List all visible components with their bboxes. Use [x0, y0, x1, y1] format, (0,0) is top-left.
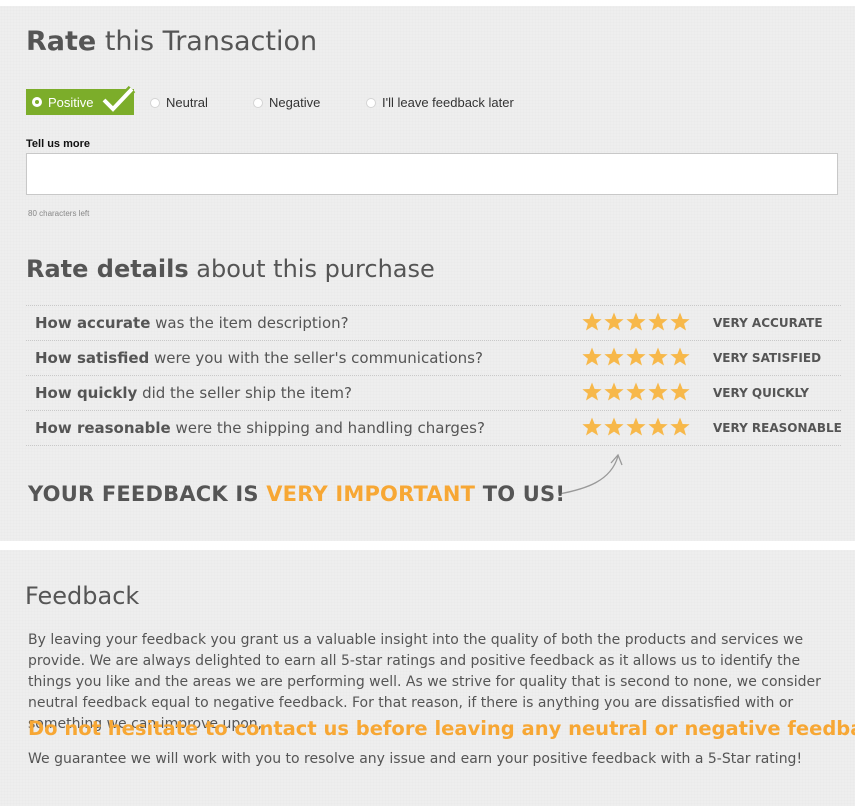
star-icon[interactable] — [647, 311, 669, 333]
star-icon[interactable] — [669, 381, 691, 403]
star-rating[interactable] — [581, 381, 691, 405]
curved-arrow-icon — [558, 453, 623, 495]
feedback-title: Feedback — [25, 582, 140, 610]
star-icon[interactable] — [581, 346, 603, 368]
star-icon[interactable] — [625, 311, 647, 333]
rating-option-negative[interactable]: Negative — [253, 95, 320, 110]
star-icon[interactable] — [603, 346, 625, 368]
check-icon — [100, 85, 136, 115]
title-rest: about this purchase — [188, 255, 435, 283]
star-icon[interactable] — [647, 346, 669, 368]
rate-transaction-panel: Rate this Transaction Positive Neutral N… — [0, 6, 855, 541]
characters-left: 80 characters left — [28, 209, 90, 218]
feedback-guarantee: We guarantee we will work with you to re… — [28, 751, 803, 767]
star-icon[interactable] — [647, 416, 669, 438]
title-bold: Rate — [26, 26, 97, 57]
radio-icon — [366, 97, 376, 108]
star-rating[interactable] — [581, 311, 691, 335]
rate-detail-value: VERY QUICKLY — [713, 386, 809, 400]
question-bold: How satisfied — [35, 349, 150, 367]
radio-icon — [32, 97, 42, 107]
tell-us-more-label: Tell us more — [26, 138, 90, 150]
rate-detail-question: How satisfied were you with the seller's… — [35, 349, 483, 367]
star-icon[interactable] — [603, 416, 625, 438]
rate-details-table: How accurate was the item description? VE… — [26, 305, 842, 446]
rating-option-positive[interactable]: Positive — [26, 85, 136, 115]
star-icon[interactable] — [669, 346, 691, 368]
radio-icon — [150, 97, 160, 108]
rate-detail-question: How reasonable were the shipping and han… — [35, 419, 485, 437]
title-bold: Rate details — [26, 255, 189, 283]
important-text: TO US! — [475, 482, 566, 506]
question-bold: How quickly — [35, 384, 138, 402]
feedback-panel: Feedback By leaving your feedback you gr… — [0, 550, 855, 806]
rate-detail-row: How satisfied were you with the seller's… — [26, 341, 841, 376]
star-icon[interactable] — [625, 416, 647, 438]
important-text: YOUR FEEDBACK IS — [28, 482, 267, 506]
rate-detail-question: How quickly did the seller ship the item… — [35, 384, 352, 402]
rating-option-later[interactable]: I'll leave feedback later — [366, 95, 514, 110]
feedback-highlight: Do not hesitate to contact us before lea… — [28, 717, 855, 740]
star-rating[interactable] — [581, 416, 691, 440]
rating-option-label: I'll leave feedback later — [382, 95, 514, 110]
rating-option-label: Negative — [269, 95, 321, 110]
rate-transaction-title: Rate this Transaction — [26, 26, 317, 57]
rate-detail-row: How quickly did the seller ship the item… — [26, 376, 841, 411]
question-rest: were the shipping and handling charges? — [170, 419, 485, 437]
rate-details-title: Rate details about this purchase — [26, 255, 435, 283]
rate-detail-value: VERY SATISFIED — [713, 351, 822, 365]
star-icon[interactable] — [669, 311, 691, 333]
rate-detail-value: VERY ACCURATE — [713, 316, 823, 330]
rating-options: Positive Neutral Negative I'll leave fee… — [26, 85, 546, 117]
star-icon[interactable] — [669, 416, 691, 438]
rate-detail-row: How reasonable were the shipping and han… — [26, 411, 842, 446]
rating-option-neutral[interactable]: Neutral — [150, 95, 208, 110]
feedback-important-banner: YOUR FEEDBACK IS VERY IMPORTANT TO US! — [28, 482, 565, 506]
question-rest: were you with the seller's communication… — [149, 349, 483, 367]
rate-detail-question: How accurate was the item description? — [35, 314, 349, 332]
radio-icon — [253, 97, 263, 108]
star-icon[interactable] — [581, 311, 603, 333]
important-highlight: VERY IMPORTANT — [266, 482, 476, 506]
star-rating[interactable] — [581, 346, 691, 370]
star-icon[interactable] — [603, 381, 625, 403]
rate-detail-row: How accurate was the item description? VE… — [26, 306, 841, 341]
question-rest: was the item description? — [150, 314, 349, 332]
title-rest: this Transaction — [96, 26, 318, 57]
question-bold: How accurate — [35, 314, 151, 332]
star-icon[interactable] — [625, 346, 647, 368]
star-icon[interactable] — [625, 381, 647, 403]
star-icon[interactable] — [581, 381, 603, 403]
star-icon[interactable] — [647, 381, 669, 403]
rating-option-label: Positive — [48, 94, 94, 110]
rate-detail-value: VERY REASONABLE — [713, 421, 842, 435]
question-rest: did the seller ship the item? — [137, 384, 352, 402]
question-bold: How reasonable — [35, 419, 171, 437]
star-icon[interactable] — [603, 311, 625, 333]
tell-us-more-input[interactable] — [26, 153, 838, 195]
rating-option-label: Neutral — [166, 95, 208, 110]
star-icon[interactable] — [581, 416, 603, 438]
